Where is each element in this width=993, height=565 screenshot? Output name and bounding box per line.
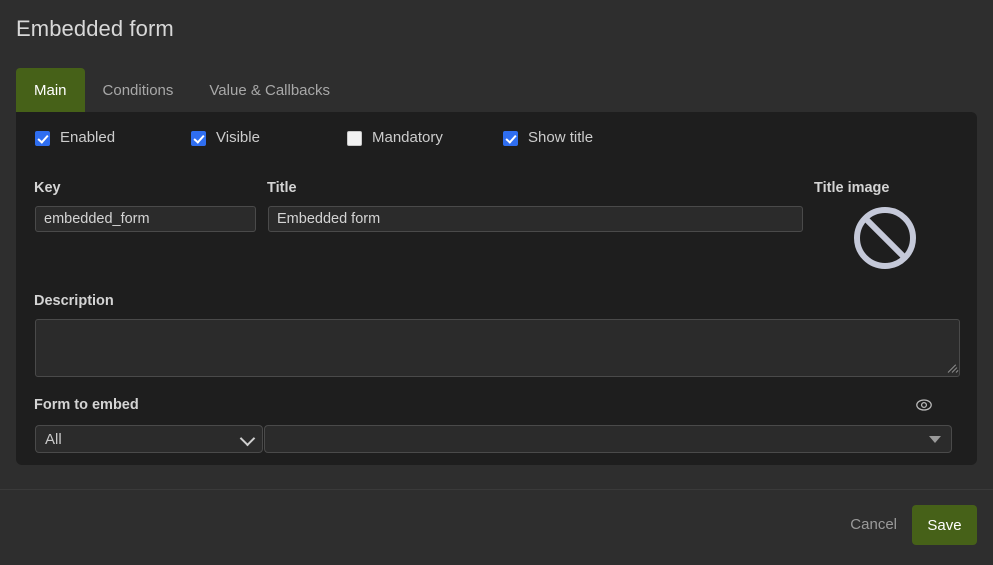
checkbox-show-title-label: Show title xyxy=(528,129,594,146)
key-label: Key xyxy=(34,180,61,196)
scope-select-value: All xyxy=(45,430,62,448)
eye-icon[interactable] xyxy=(915,396,933,414)
title-image-label: Title image xyxy=(814,180,890,196)
save-button[interactable]: Save xyxy=(912,505,977,545)
checkbox-visible[interactable]: Visible xyxy=(191,129,260,147)
description-textarea[interactable] xyxy=(35,319,960,377)
footer-divider xyxy=(0,489,993,490)
tab-main[interactable]: Main xyxy=(16,68,85,112)
checkbox-mandatory-label: Mandatory xyxy=(372,129,443,146)
no-image-icon[interactable] xyxy=(852,205,918,271)
main-tab-panel: Enabled Visible Mandatory Show title Key… xyxy=(16,112,977,465)
form-select[interactable] xyxy=(264,425,952,453)
scope-select[interactable]: All xyxy=(35,425,263,453)
chevron-down-icon xyxy=(239,430,256,447)
checkbox-show-title-box[interactable] xyxy=(503,130,518,146)
checkbox-visible-label: Visible xyxy=(216,129,260,146)
cancel-button[interactable]: Cancel xyxy=(844,512,903,537)
checkbox-show-title[interactable]: Show title xyxy=(503,129,593,147)
tab-conditions[interactable]: Conditions xyxy=(85,68,192,112)
form-to-embed-label: Form to embed xyxy=(34,397,139,413)
tab-value-callbacks[interactable]: Value & Callbacks xyxy=(191,68,348,112)
title-label: Title xyxy=(267,180,297,196)
checkbox-mandatory-box[interactable] xyxy=(347,130,362,146)
checkbox-enabled[interactable]: Enabled xyxy=(35,129,115,147)
checkbox-enabled-label: Enabled xyxy=(60,129,116,146)
checkbox-row: Enabled Visible Mandatory Show title xyxy=(35,129,955,157)
checkbox-enabled-box[interactable] xyxy=(35,130,50,146)
checkbox-visible-box[interactable] xyxy=(191,130,206,146)
page-title: Embedded form xyxy=(16,16,174,41)
key-input[interactable] xyxy=(35,206,256,232)
checkbox-mandatory[interactable]: Mandatory xyxy=(347,129,443,147)
description-label: Description xyxy=(34,293,114,309)
triangle-down-icon xyxy=(929,436,941,443)
title-input[interactable] xyxy=(268,206,803,232)
tab-bar: Main Conditions Value & Callbacks xyxy=(16,68,348,112)
